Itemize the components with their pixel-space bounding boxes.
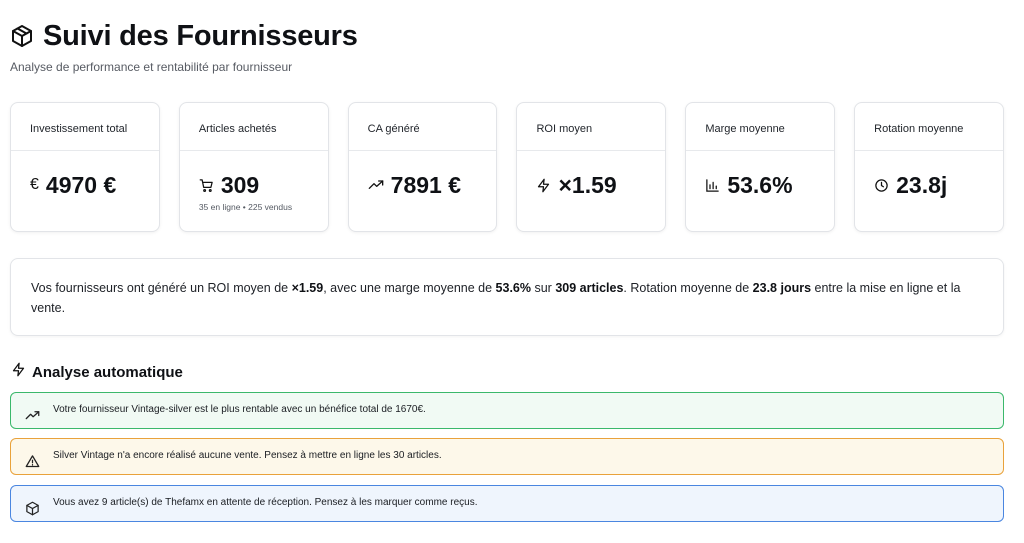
alert-text: Votre fournisseur Vintage-silver est le … (53, 404, 426, 415)
zap-icon (11, 362, 26, 382)
summary-margin: 53.6% (495, 281, 531, 295)
summary-articles: 309 articles (555, 281, 624, 295)
page-title: Suivi des Fournisseurs (43, 20, 358, 52)
kpi-value: 309 (220, 172, 260, 198)
kpi-subtext: 35 en ligne • 225 vendus (198, 202, 293, 212)
alert-text: Silver Vintage n'a encore réalisé aucune… (53, 450, 442, 461)
summary-text: sur (531, 281, 556, 295)
package-icon (25, 501, 41, 517)
summary-text: Vos fournisseurs ont généré un ROI moyen… (31, 281, 292, 295)
title-row: Suivi des Fournisseurs (10, 19, 358, 53)
analysis-header: Analyse automatique (11, 362, 183, 382)
trending-up-icon (25, 408, 41, 424)
kpi-value: 23.8j (896, 172, 948, 198)
kpi-value: 4970 € (45, 172, 117, 198)
kpi-label: ROI moyen (517, 103, 666, 151)
alert-warning: Silver Vintage n'a encore réalisé aucune… (10, 438, 1004, 475)
kpi-card-revenue: CA généré 7891 € (347, 102, 498, 232)
zap-icon (536, 178, 551, 193)
euro-icon: € (30, 176, 39, 193)
bar-chart-icon (705, 178, 720, 193)
kpi-card-margin: Marge moyenne 53.6% (685, 102, 836, 232)
kpi-label: Articles achetés (179, 103, 328, 151)
analysis-title: Analyse automatique (32, 363, 183, 381)
kpi-label: Investissement total (11, 103, 159, 151)
cart-icon (199, 178, 214, 193)
summary-box: Vos fournisseurs ont généré un ROI moyen… (10, 258, 1004, 336)
alert-text: Vous avez 9 article(s) de Thefamx en att… (53, 497, 478, 508)
kpi-card-rotation: Rotation moyenne 23.8j (854, 102, 1004, 232)
alert-success: Votre fournisseur Vintage-silver est le … (10, 392, 1004, 429)
kpi-label: Rotation moyenne (855, 103, 1003, 151)
kpi-card-investment: Investissement total € 4970 € (10, 102, 160, 232)
kpi-grid: Investissement total € 4970 € Articles a… (10, 102, 1004, 232)
page-subtitle: Analyse de performance et rentabilité pa… (10, 60, 293, 74)
kpi-value: 7891 € (390, 172, 462, 198)
kpi-label: CA généré (348, 103, 497, 151)
kpi-card-articles: Articles achetés 309 35 en ligne • 225 v… (178, 102, 329, 232)
page-header: Suivi des Fournisseurs Analyse de perfor… (10, 19, 358, 74)
alert-info: Vous avez 9 article(s) de Thefamx en att… (10, 485, 1004, 522)
trending-up-icon (368, 177, 384, 193)
kpi-card-roi: ROI moyen ×1.59 (516, 102, 667, 232)
package-icon (10, 24, 34, 48)
summary-text: , avec une marge moyenne de (323, 281, 496, 295)
summary-roi: ×1.59 (291, 281, 324, 295)
clock-icon (874, 178, 889, 193)
summary-rotation: 23.8 jours (752, 281, 812, 295)
summary-text: . Rotation moyenne de (623, 281, 753, 295)
kpi-label: Marge moyenne (686, 103, 835, 151)
kpi-value: ×1.59 (558, 172, 617, 198)
kpi-value: 53.6% (727, 172, 793, 198)
warning-icon (25, 454, 41, 470)
